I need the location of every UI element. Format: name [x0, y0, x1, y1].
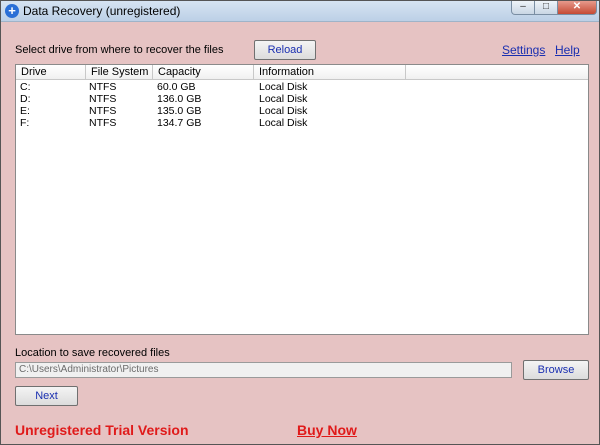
trial-version-label: Unregistered Trial Version: [15, 422, 189, 438]
app-plus-icon: +: [5, 4, 19, 18]
next-button[interactable]: Next: [15, 386, 78, 406]
save-location-label: Location to save recovered files: [15, 347, 170, 359]
information-cell: Local Disk: [259, 117, 308, 129]
capacity-cell: 60.0 GB: [157, 81, 196, 93]
drive-cell: E:: [20, 105, 30, 117]
save-path-field[interactable]: C:\Users\Administrator\Pictures: [15, 362, 512, 378]
drive-list[interactable]: Drive File System Capacity Information C…: [15, 64, 589, 335]
information-cell: Local Disk: [259, 105, 308, 117]
table-row[interactable]: C: NTFS 60.0 GB Local Disk: [16, 81, 588, 93]
minimize-button[interactable]: –: [511, 1, 535, 15]
drive-cell: F:: [20, 117, 30, 129]
column-header-filler: [406, 65, 588, 79]
information-cell: Local Disk: [259, 93, 308, 105]
file-system-cell: NTFS: [89, 81, 117, 93]
capacity-cell: 134.7 GB: [157, 117, 202, 129]
help-link[interactable]: Help: [555, 43, 580, 57]
drive-cell: C:: [20, 81, 31, 93]
column-header-information[interactable]: Information: [254, 65, 406, 79]
column-header-file-system[interactable]: File System: [86, 65, 153, 79]
reload-button[interactable]: Reload: [254, 40, 316, 60]
maximize-button[interactable]: □: [534, 1, 558, 15]
table-row[interactable]: D: NTFS 136.0 GB Local Disk: [16, 93, 588, 105]
information-cell: Local Disk: [259, 81, 308, 93]
file-system-cell: NTFS: [89, 93, 117, 105]
file-system-cell: NTFS: [89, 117, 117, 129]
column-header-drive[interactable]: Drive: [16, 65, 86, 79]
buy-now-link[interactable]: Buy Now: [297, 422, 357, 438]
window-title: Data Recovery (unregistered): [23, 4, 181, 18]
drive-list-header: Drive File System Capacity Information: [16, 65, 588, 80]
data-recovery-window: + Data Recovery (unregistered) – □ ✕ Sel…: [0, 0, 600, 445]
drive-instruction-label: Select drive from where to recover the f…: [15, 44, 224, 56]
file-system-cell: NTFS: [89, 105, 117, 117]
table-row[interactable]: E: NTFS 135.0 GB Local Disk: [16, 105, 588, 117]
column-header-capacity[interactable]: Capacity: [153, 65, 254, 79]
close-button[interactable]: ✕: [557, 1, 597, 15]
capacity-cell: 136.0 GB: [157, 93, 202, 105]
table-row[interactable]: F: NTFS 134.7 GB Local Disk: [16, 117, 588, 129]
browse-button[interactable]: Browse: [523, 360, 589, 380]
title-bar[interactable]: + Data Recovery (unregistered) – □ ✕: [1, 1, 599, 22]
drive-cell: D:: [20, 93, 31, 105]
settings-link[interactable]: Settings: [502, 43, 545, 57]
capacity-cell: 135.0 GB: [157, 105, 202, 117]
